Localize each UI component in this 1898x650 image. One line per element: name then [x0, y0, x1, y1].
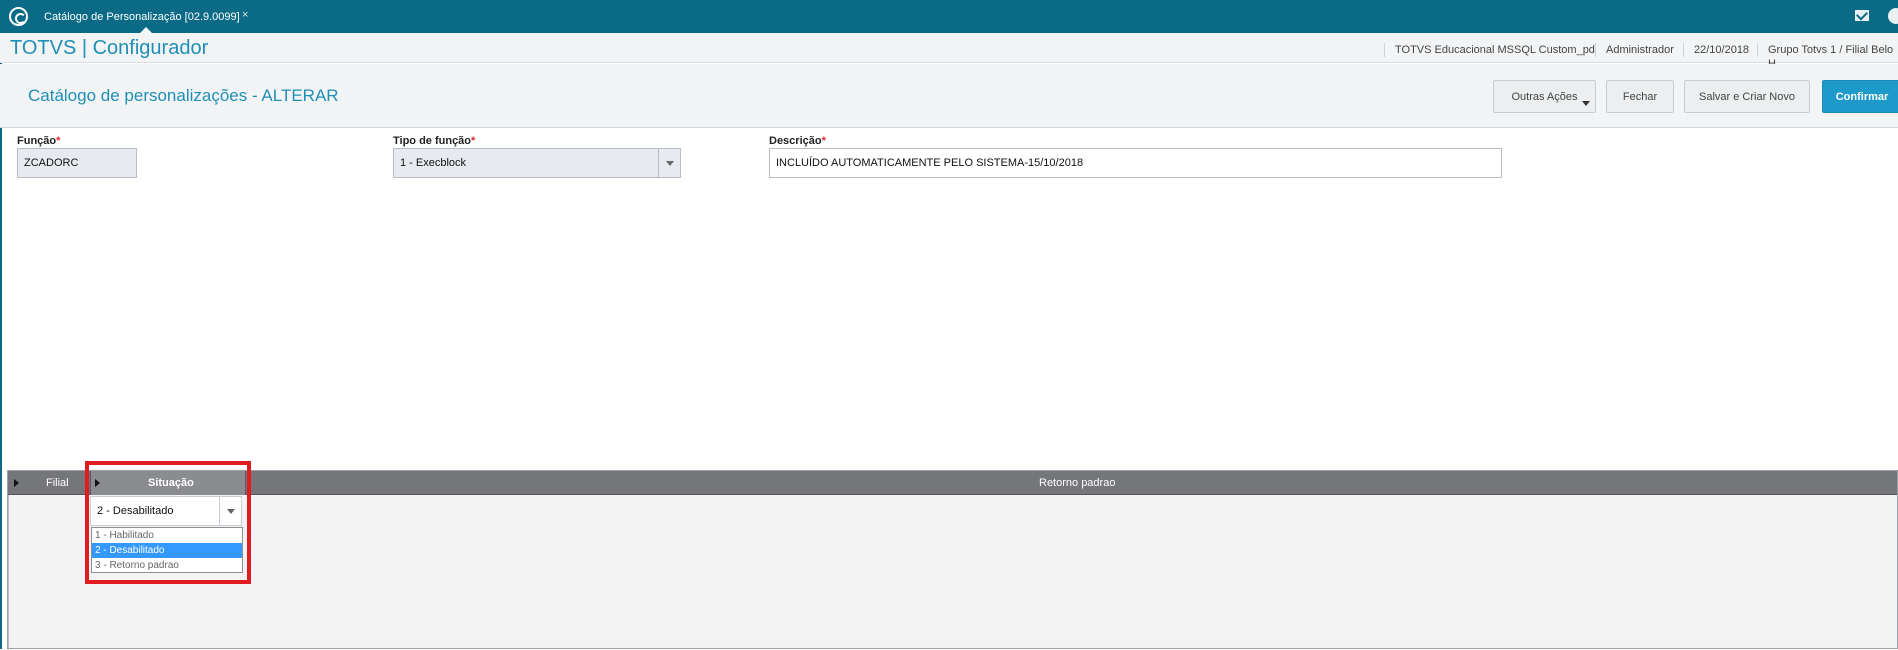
- user-icon[interactable]: [1888, 8, 1898, 24]
- more-actions-label: Outras Ações: [1511, 90, 1578, 103]
- top-bar: Catálogo de Personalização [02.9.0099] ×: [0, 0, 1898, 33]
- more-actions-button[interactable]: Outras Ações: [1493, 80, 1596, 113]
- funcao-value: ZCADORC: [24, 157, 79, 169]
- totvs-logo-icon[interactable]: [9, 7, 28, 26]
- tipo-funcao-select[interactable]: 1 - Execblock: [393, 148, 681, 178]
- column-retorno-padrao[interactable]: Retorno padrao: [1039, 471, 1115, 495]
- user-label: Administrador: [1595, 43, 1674, 57]
- tipo-funcao-label: Tipo de função*: [393, 135, 476, 147]
- confirm-label: Confirmar: [1835, 90, 1889, 103]
- funcao-label: Função*: [17, 135, 61, 147]
- grid-header: Filial Situação Retorno padrao: [8, 471, 1897, 495]
- descricao-label: Descrição*: [769, 135, 826, 147]
- caret-down-icon: [1582, 101, 1590, 106]
- chevron-down-icon[interactable]: [658, 149, 680, 177]
- row-marker-icon: [14, 479, 19, 487]
- tab-close-icon[interactable]: ×: [242, 9, 248, 21]
- mail-icon[interactable]: [1855, 10, 1869, 21]
- page-title-bar: Catálogo de personalizações - ALTERAR Ou…: [0, 64, 1898, 128]
- column-filial[interactable]: Filial: [46, 471, 69, 495]
- close-button[interactable]: Fechar: [1606, 80, 1674, 113]
- save-and-new-button[interactable]: Salvar e Criar Novo: [1684, 80, 1810, 113]
- tab-title: Catálogo de Personalização [02.9.0099]: [44, 10, 240, 23]
- page-title: Catálogo de personalizações - ALTERAR: [28, 86, 339, 105]
- funcao-field[interactable]: ZCADORC: [17, 148, 137, 178]
- branch-label: Grupo Totvs 1 / Filial Belo H: [1757, 43, 1898, 70]
- app-title: TOTVS | Configurador: [10, 37, 209, 59]
- environment-label: TOTVS Educacional MSSQL Custom_pd: [1384, 43, 1595, 57]
- descricao-value: INCLUÍDO AUTOMATICAMENTE PELO SISTEMA-15…: [776, 157, 1084, 169]
- grid-left-border: [8, 495, 9, 650]
- descricao-field[interactable]: INCLUÍDO AUTOMATICAMENTE PELO SISTEMA-15…: [769, 148, 1502, 178]
- date-label: 22/10/2018: [1683, 43, 1749, 57]
- tipo-funcao-value: 1 - Execblock: [400, 157, 467, 169]
- app-header: TOTVS | Configurador TOTVS Educacional M…: [0, 33, 1898, 70]
- confirm-button[interactable]: Confirmar: [1822, 80, 1898, 113]
- red-highlight-box: [85, 461, 251, 584]
- personalization-grid[interactable]: Filial Situação Retorno padrao: [7, 470, 1898, 650]
- close-label: Fechar: [1622, 90, 1658, 103]
- save-and-new-label: Salvar e Criar Novo: [1699, 90, 1795, 103]
